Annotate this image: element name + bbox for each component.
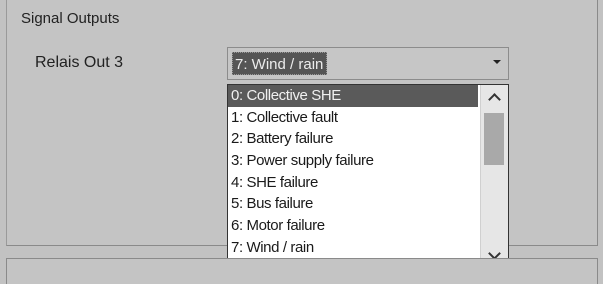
group-title: Signal Outputs bbox=[21, 10, 120, 27]
option-item[interactable]: 1: Collective fault bbox=[228, 107, 478, 129]
option-item[interactable]: 6: Motor failure bbox=[228, 215, 478, 237]
option-item[interactable]: 5: Bus failure bbox=[228, 193, 478, 215]
scrollbar-thumb[interactable] bbox=[484, 113, 504, 165]
dialog-background: Signal Outputs Relais Out 3 7: Wind / ra… bbox=[0, 0, 603, 284]
chevron-up-icon bbox=[488, 93, 501, 106]
option-item[interactable]: 2: Battery failure bbox=[228, 128, 478, 150]
vertical-scrollbar[interactable] bbox=[480, 85, 508, 266]
option-item[interactable]: 4: SHE failure bbox=[228, 172, 478, 194]
option-item[interactable]: 7: Wind / rain bbox=[228, 237, 478, 259]
relais-out-3-label: Relais Out 3 bbox=[35, 54, 124, 71]
option-list: 0: Collective SHE 1: Collective fault 2:… bbox=[228, 85, 478, 259]
dropdown-list[interactable]: 0: Collective SHE 1: Collective fault 2:… bbox=[227, 84, 509, 267]
relais-out-3-combobox[interactable]: 7: Wind / rain bbox=[227, 47, 509, 80]
option-item[interactable]: 0: Collective SHE bbox=[228, 85, 478, 107]
combobox-selected-value: 7: Wind / rain bbox=[232, 52, 328, 75]
scroll-up-button[interactable] bbox=[481, 87, 508, 107]
dropdown-arrow-icon[interactable] bbox=[493, 60, 501, 64]
bottom-panel bbox=[6, 258, 598, 284]
option-item[interactable]: 3: Power supply failure bbox=[228, 150, 478, 172]
